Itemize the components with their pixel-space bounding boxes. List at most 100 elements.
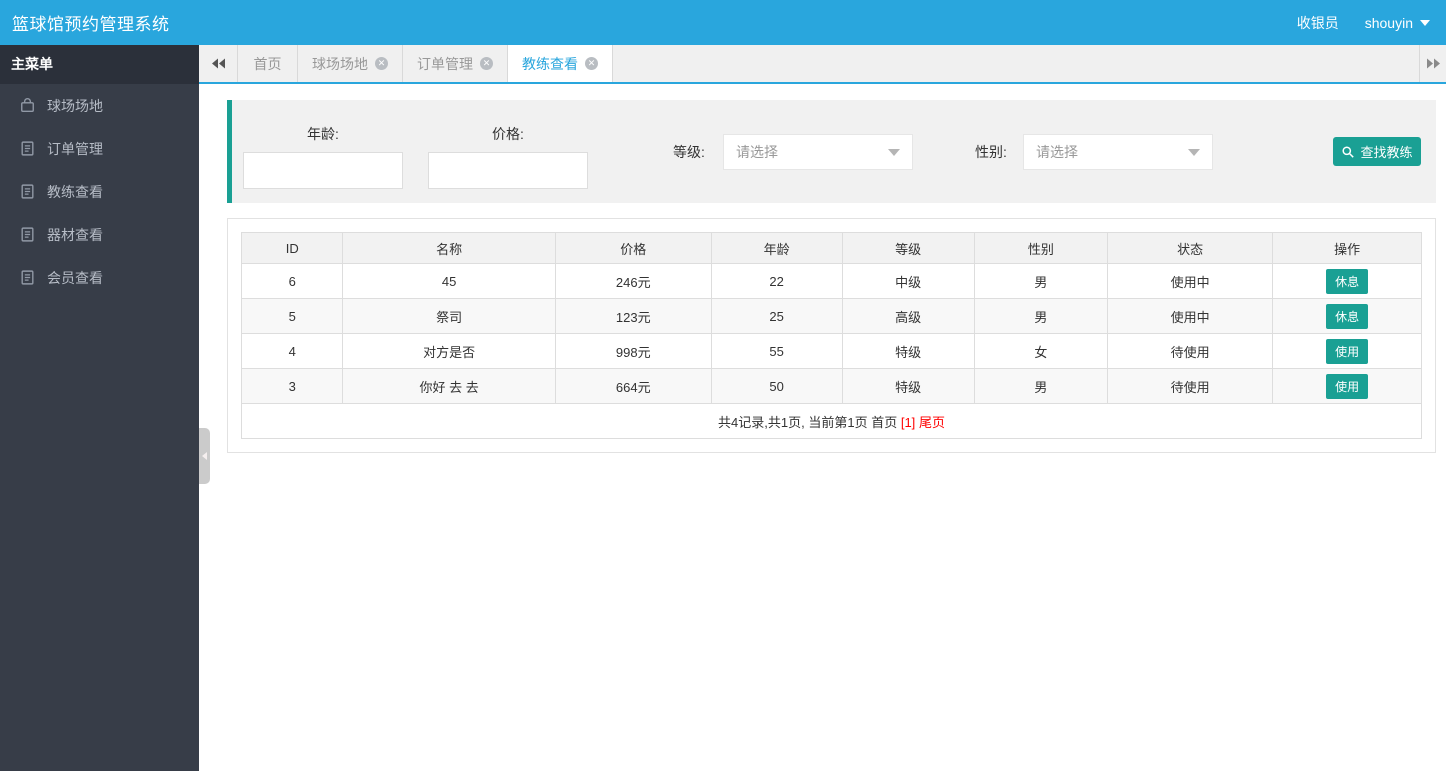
pagination-row: 共4记录,共1页, 当前第1页 首页 [1] 尾页: [241, 403, 1422, 439]
cell-gender: 女: [973, 333, 1109, 369]
tab-bar: 首页 球场场地 ✕ 订单管理 ✕ 教练查看 ✕: [199, 45, 1446, 84]
sidebar-item-label: 教练查看: [47, 183, 103, 200]
cell-id: 6: [240, 263, 344, 299]
search-filter-panel: 年龄: 价格: 等级: 请选择 性别: 请选择 查找教练: [227, 100, 1436, 203]
cell-level: 特级: [841, 368, 975, 404]
col-header-id: ID: [240, 232, 344, 264]
table-header-row: ID 名称 价格 年龄 等级 性别 状态 操作: [240, 232, 1422, 264]
tab-orders[interactable]: 订单管理 ✕: [403, 45, 508, 82]
use-button[interactable]: 使用: [1326, 338, 1369, 364]
cell-status: 待使用: [1107, 368, 1274, 404]
col-header-status: 状态: [1107, 232, 1274, 264]
tab-courts[interactable]: 球场场地 ✕: [298, 45, 403, 82]
gender-select[interactable]: 请选择: [1023, 134, 1213, 170]
app-title: 篮球馆预约管理系统: [12, 15, 170, 34]
cell-id: 5: [240, 298, 344, 334]
chevron-down-icon: [1188, 148, 1200, 156]
file-text-icon: [21, 270, 34, 285]
sidebar-item-members[interactable]: 会员查看: [0, 256, 199, 299]
col-header-name: 名称: [342, 232, 556, 264]
file-text-icon: [21, 227, 34, 242]
cell-id: 3: [240, 368, 344, 404]
chevron-down-icon: [888, 148, 900, 156]
tab-label: 首页: [253, 55, 282, 72]
sidebar-item-courts[interactable]: 球场场地: [0, 84, 199, 127]
search-coach-button-label: 查找教练: [1360, 145, 1413, 160]
cell-id: 4: [240, 333, 344, 369]
search-icon: [1342, 145, 1355, 158]
bag-icon: [21, 98, 34, 113]
double-chevron-left-icon: [211, 58, 225, 69]
cell-age: 25: [710, 298, 843, 334]
tab-close-icon[interactable]: ✕: [375, 57, 388, 70]
col-header-gender: 性别: [973, 232, 1109, 264]
cell-price: 246元: [554, 263, 712, 299]
cell-age: 55: [710, 333, 843, 369]
col-header-level: 等级: [841, 232, 975, 264]
cell-actions: 休息: [1272, 298, 1422, 334]
col-header-actions: 操作: [1272, 232, 1422, 264]
cell-name: 你好 去 去: [342, 368, 556, 404]
level-select-value: 请选择: [736, 144, 778, 160]
coach-view-page: 年龄: 价格: 等级: 请选择 性别: 请选择 查找教练 ID 名称 价格 年龄…: [199, 84, 1446, 771]
pagination-current-page[interactable]: [1]: [901, 415, 915, 430]
chevron-down-icon: [1420, 19, 1430, 26]
table-row: 4 对方是否 998元 55 特级 女 待使用 使用: [240, 333, 1422, 369]
coach-table-card: ID 名称 价格 年龄 等级 性别 状态 操作 6 45 246元 22 中级 …: [227, 218, 1436, 453]
rest-button[interactable]: 休息: [1326, 268, 1369, 294]
cell-gender: 男: [973, 298, 1109, 334]
file-text-icon: [21, 184, 34, 199]
pagination-first-link[interactable]: 首页: [871, 415, 897, 430]
tab-label: 订单管理: [417, 55, 473, 72]
user-menu[interactable]: shouyin: [1365, 15, 1430, 31]
tab-home[interactable]: 首页: [238, 45, 298, 82]
sidebar-collapse-handle[interactable]: [199, 428, 210, 484]
col-header-price: 价格: [554, 232, 712, 264]
level-select[interactable]: 请选择: [723, 134, 913, 170]
file-text-icon: [21, 141, 34, 156]
cell-name: 祭司: [342, 298, 556, 334]
cell-actions: 使用: [1272, 368, 1422, 404]
table-row: 3 你好 去 去 664元 50 特级 男 待使用 使用: [240, 368, 1422, 404]
sidebar-item-equipment[interactable]: 器材查看: [0, 213, 199, 256]
double-chevron-right-icon: [1426, 58, 1440, 69]
table-row: 6 45 246元 22 中级 男 使用中 休息: [240, 263, 1422, 299]
user-role-link[interactable]: 收银员: [1297, 13, 1339, 33]
tab-close-icon[interactable]: ✕: [585, 57, 598, 70]
table-row: 5 祭司 123元 25 高级 男 使用中 休息: [240, 298, 1422, 334]
use-button[interactable]: 使用: [1326, 373, 1369, 399]
age-input[interactable]: [243, 152, 403, 189]
cell-status: 使用中: [1107, 263, 1274, 299]
sidebar-item-label: 会员查看: [47, 269, 103, 286]
sidebar-item-orders[interactable]: 订单管理: [0, 127, 199, 170]
tab-coaches-active[interactable]: 教练查看 ✕: [508, 45, 613, 82]
cell-actions: 使用: [1272, 333, 1422, 369]
age-label: 年龄:: [307, 126, 339, 142]
cell-level: 中级: [841, 263, 975, 299]
sidebar-item-label: 订单管理: [47, 140, 103, 157]
pagination-summary: 共4记录,共1页, 当前第1页: [718, 414, 868, 430]
tab-label: 球场场地: [312, 55, 368, 72]
search-coach-button[interactable]: 查找教练: [1333, 137, 1421, 166]
price-label: 价格:: [492, 126, 524, 142]
tab-label: 教练查看: [522, 55, 578, 72]
tabs-scroll-right-button[interactable]: [1419, 45, 1446, 82]
top-header-bar: 篮球馆预约管理系统 收银员 shouyin: [0, 0, 1446, 45]
tabs-scroll-left-button[interactable]: [199, 45, 238, 82]
cell-level: 高级: [841, 298, 975, 334]
cell-status: 待使用: [1107, 333, 1274, 369]
pagination: 共4记录,共1页, 当前第1页 首页 [1] 尾页: [241, 403, 1422, 439]
gender-label: 性别:: [975, 144, 1007, 160]
sidebar-item-coaches[interactable]: 教练查看: [0, 170, 199, 213]
tab-close-icon[interactable]: ✕: [480, 57, 493, 70]
rest-button[interactable]: 休息: [1326, 303, 1369, 329]
level-label: 等级:: [673, 144, 705, 160]
cell-gender: 男: [973, 263, 1109, 299]
cell-price: 123元: [554, 298, 712, 334]
sidebar: 主菜单 球场场地 订单管理 教练查看 器材查看 会员查看: [0, 45, 199, 771]
cell-age: 22: [710, 263, 843, 299]
pagination-last-link[interactable]: 尾页: [919, 415, 945, 430]
sidebar-item-label: 器材查看: [47, 226, 103, 243]
price-input[interactable]: [428, 152, 588, 189]
gender-select-value: 请选择: [1036, 144, 1078, 160]
